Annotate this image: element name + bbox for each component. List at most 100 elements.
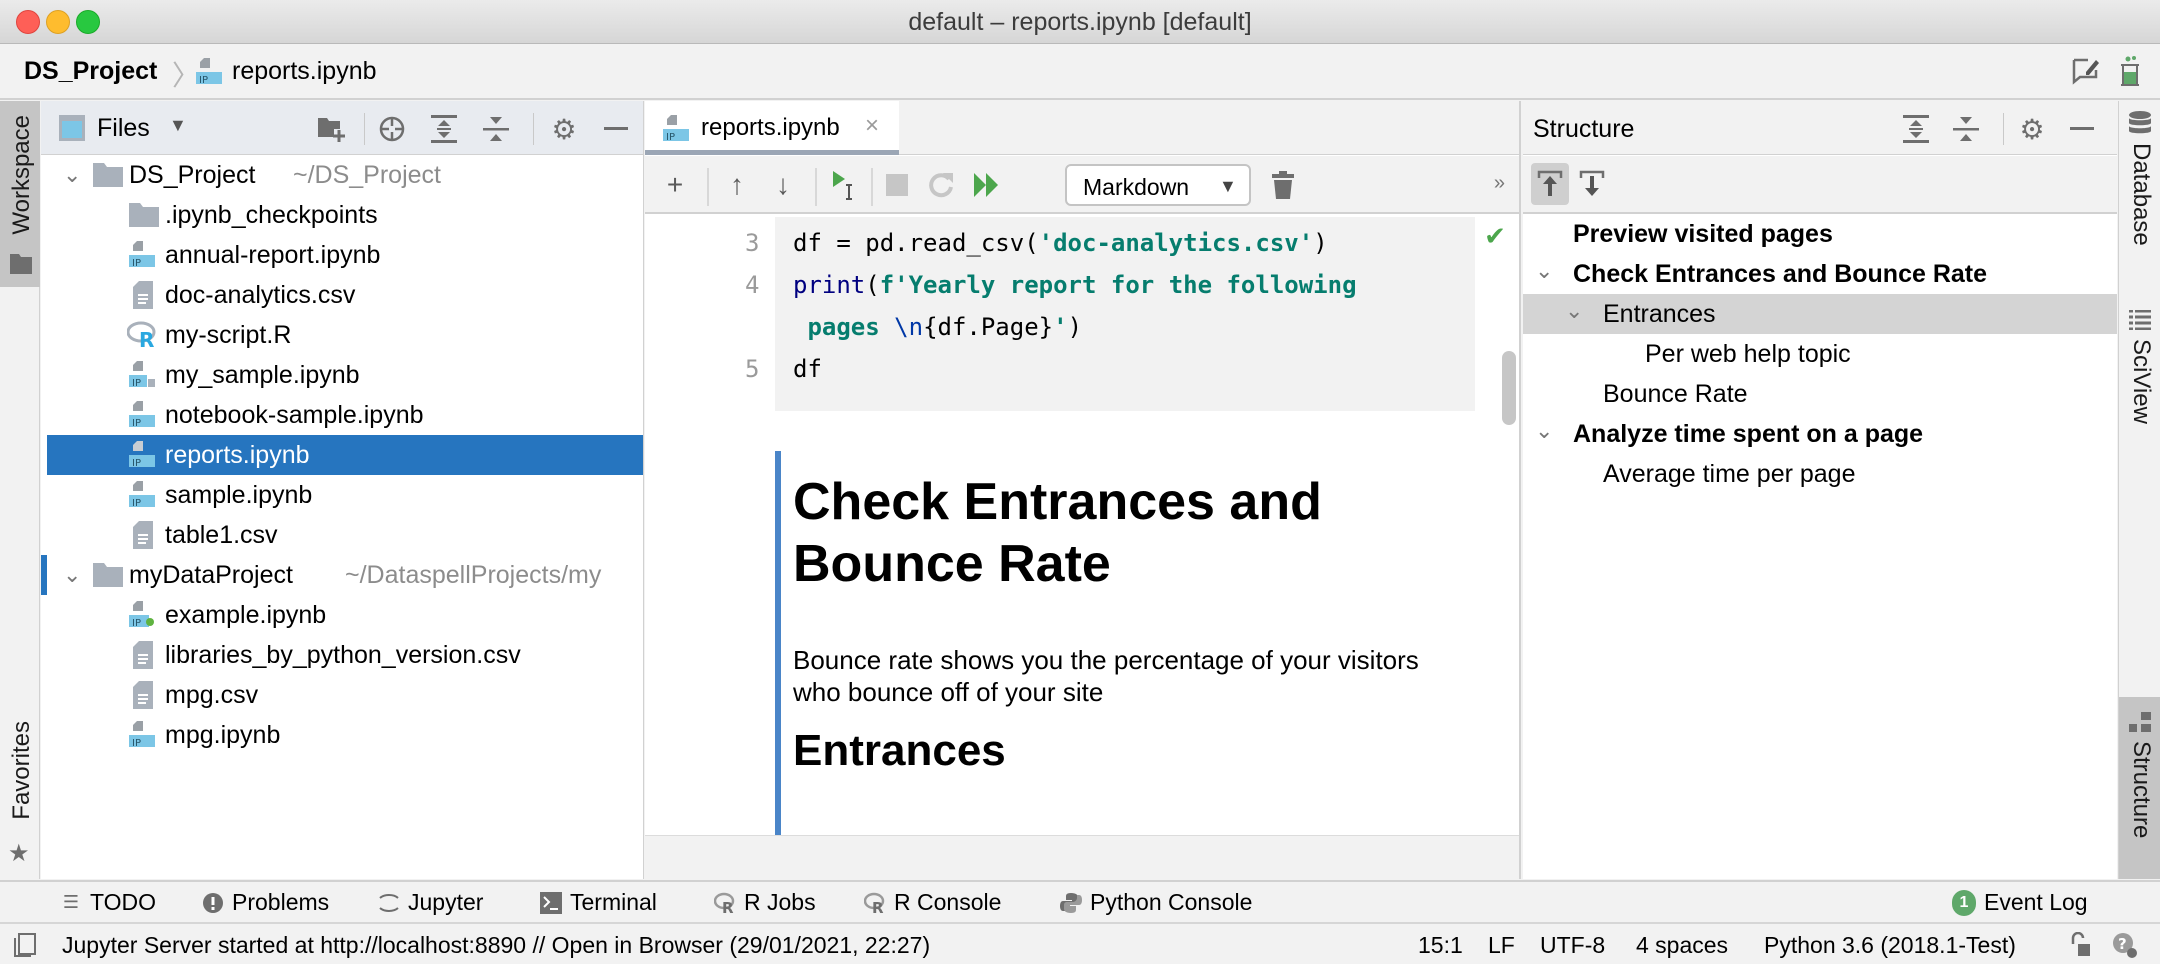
code-line[interactable]: print(f'Yearly report for the following (793, 271, 1357, 299)
code-line-wrapped[interactable]: pages \n{df.Page}') (793, 313, 1082, 341)
escape-sequence: \n (894, 313, 924, 341)
tree-item-label: table1.csv (165, 520, 278, 549)
structure-item[interactable]: Preview visited pages (1523, 214, 2117, 254)
problems-tool-button[interactable]: Problems (202, 889, 329, 916)
move-cell-up-arrow-icon[interactable]: ↑ (721, 169, 753, 201)
structure-tool-tab[interactable]: Structure (2119, 697, 2160, 879)
markdown-cell[interactable]: Check Entrances and Bounce Rate Bounce r… (775, 451, 1475, 871)
move-cell-down-arrow-icon[interactable]: ↓ (767, 169, 799, 201)
feedback-edit-icon[interactable] (2072, 56, 2100, 93)
sciview-tool-tab[interactable]: SciView (2119, 309, 2160, 439)
editor-scrollbar-thumb[interactable] (1502, 351, 1516, 425)
chevron-down-icon[interactable]: ⌄ (63, 562, 81, 588)
file-encoding[interactable]: UTF-8 (1540, 932, 1605, 959)
structure-item[interactable]: Bounce Rate (1523, 374, 2117, 414)
tree-item-folder-ipynb-checkpoints[interactable]: .ipynb_checkpoints (41, 195, 643, 235)
locate-file-crosshair-icon[interactable] (377, 114, 407, 144)
event-log-tool-button[interactable]: 1 Event Log (1952, 889, 2088, 916)
view-dropdown-chevron-icon[interactable]: ▼ (169, 115, 187, 136)
line-number: 4 (745, 271, 760, 299)
code-line[interactable]: df = pd.read_csv('doc-analytics.csv') (793, 229, 1328, 257)
structure-item[interactable]: Average time per page (1523, 454, 2117, 494)
database-tool-tab[interactable]: Database (2119, 111, 2160, 261)
structure-item[interactable]: Per web help topic (1523, 334, 2117, 374)
tree-item-file[interactable]: IP sample.ipynb (41, 475, 643, 515)
indent-setting[interactable]: 4 spaces (1636, 932, 1728, 959)
structure-tab-label: Structure (2128, 741, 2155, 839)
tree-item-file[interactable]: doc-analytics.csv (41, 275, 643, 315)
terminal-tool-button[interactable]: Terminal (540, 889, 657, 916)
tree-item-file[interactable]: table1.csv (41, 515, 643, 555)
expand-all-icon[interactable] (1901, 114, 1931, 144)
delete-cell-trash-icon[interactable] (1267, 169, 1299, 201)
workspace-tool-tab[interactable]: Workspace (0, 101, 40, 287)
new-folder-icon[interactable] (317, 114, 347, 144)
r-jobs-tool-button[interactable]: R R Jobs (714, 889, 816, 916)
jupyter-tool-button[interactable]: Jupyter (378, 889, 483, 916)
jupyter-flask-icon[interactable] (2118, 56, 2142, 95)
favorites-tool-tab[interactable]: Favorites ★ (0, 701, 40, 871)
collapse-all-icon[interactable] (1951, 114, 1981, 144)
tree-item-folder-mydataproject[interactable]: ⌄ myDataProject ~/DataspellProjects/my (41, 555, 643, 595)
chevron-down-icon[interactable]: ⌄ (1535, 418, 1553, 444)
r-console-tool-button[interactable]: R R Console (864, 889, 1001, 916)
interrupt-kernel-stop-icon[interactable] (881, 169, 913, 201)
run-all-cells-icon[interactable] (971, 169, 1003, 201)
chevron-down-icon[interactable]: ⌄ (1565, 298, 1583, 324)
restart-kernel-icon[interactable] (925, 169, 957, 201)
tree-item-file[interactable]: IP my_sample.ipynb (41, 355, 643, 395)
tool-button-label: Event Log (1984, 889, 2088, 915)
breadcrumb-project[interactable]: DS_Project (24, 57, 157, 86)
tree-item-file[interactable]: IP example.ipynb (41, 595, 643, 635)
structure-panel-title: Structure (1533, 115, 1635, 143)
tree-item-file[interactable]: mpg.csv (41, 675, 643, 715)
hide-panel-minus-icon[interactable] (601, 114, 631, 144)
tree-item-file[interactable]: R my-script.R (41, 315, 643, 355)
status-message[interactable]: Jupyter Server started at http://localho… (62, 932, 930, 959)
autoscroll-to-source-icon[interactable] (1573, 163, 1611, 205)
tree-item-label: annual-report.ipynb (165, 240, 381, 269)
python-interpreter[interactable]: Python 3.6 (2018.1-Test) (1764, 932, 2016, 959)
chevron-down-icon[interactable]: ⌄ (1535, 258, 1553, 284)
breadcrumb-file[interactable]: reports.ipynb (232, 57, 377, 86)
tree-item-file-selected[interactable]: IP reports.ipynb (47, 435, 643, 475)
structure-item-highlighted[interactable]: ⌄ Entrances (1523, 294, 2117, 334)
hide-panel-minus-icon[interactable] (2067, 114, 2097, 144)
unlocked-padlock-icon[interactable] (2070, 931, 2090, 964)
more-actions-chevrons-icon[interactable]: » (1494, 172, 1505, 195)
caret-position[interactable]: 15:1 (1418, 932, 1463, 959)
svg-text:IP: IP (666, 132, 675, 143)
todo-list-icon: ☰ (62, 892, 80, 912)
expand-all-icon[interactable] (429, 114, 459, 144)
tree-item-file[interactable]: libraries_by_python_version.csv (41, 635, 643, 675)
inspection-settings-icon[interactable]: ? (2112, 932, 2140, 964)
tab-reports-ipynb[interactable]: IP reports.ipynb × (645, 101, 899, 155)
toggle-tool-windows-icon[interactable] (14, 933, 36, 964)
files-panel: Files ▼ ⚙ ⌄ DS_Project ~/DS_Project .ipy… (41, 101, 644, 879)
line-separator[interactable]: LF (1488, 932, 1515, 959)
string-literal: f'Yearly report for the following (879, 271, 1357, 299)
code-line[interactable]: df (793, 355, 822, 383)
tree-item-file[interactable]: IP mpg.ipynb (41, 715, 643, 755)
add-cell-plus-icon[interactable]: + (659, 169, 691, 201)
tab-label: reports.ipynb (701, 114, 840, 141)
structure-item[interactable]: ⌄ Check Entrances and Bounce Rate (1523, 254, 2117, 294)
tree-item-label: libraries_by_python_version.csv (165, 640, 521, 669)
gear-icon[interactable]: ⚙ (2017, 114, 2047, 145)
tree-item-folder-ds-project[interactable]: ⌄ DS_Project ~/DS_Project (41, 155, 643, 195)
python-console-tool-button[interactable]: Python Console (1060, 889, 1252, 916)
collapse-all-icon[interactable] (481, 114, 511, 144)
cell-type-select[interactable]: Markdown ▼ (1065, 164, 1251, 206)
gear-icon[interactable]: ⚙ (549, 114, 579, 145)
tree-item-file[interactable]: IP annual-report.ipynb (41, 235, 643, 275)
string-literal: 'doc-analytics.csv' (1038, 229, 1314, 257)
scroll-from-source-icon[interactable] (1531, 163, 1569, 205)
sciview-tab-label: SciView (2128, 339, 2155, 424)
close-tab-icon[interactable]: × (865, 112, 879, 140)
todo-tool-button[interactable]: ☰ TODO (60, 889, 156, 916)
files-view-title[interactable]: Files (97, 114, 150, 143)
structure-item[interactable]: ⌄ Analyze time spent on a page (1523, 414, 2117, 454)
run-cell-select-below-icon[interactable] (829, 169, 861, 201)
tree-item-file[interactable]: IP notebook-sample.ipynb (41, 395, 643, 435)
chevron-down-icon[interactable]: ⌄ (63, 162, 81, 188)
